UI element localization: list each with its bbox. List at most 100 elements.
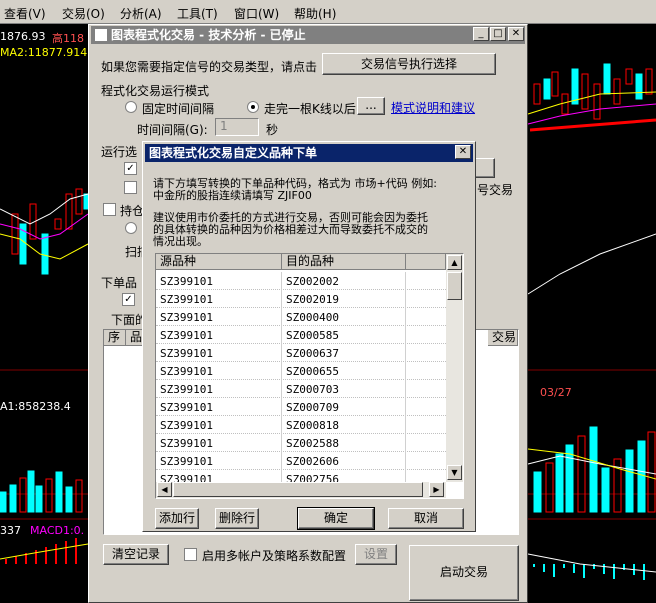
multi-account-label: 启用多帐户及策略系数配置	[202, 549, 347, 563]
column-divider	[405, 290, 406, 308]
volume-bar	[533, 471, 542, 513]
target-product-cell: SZ002606	[286, 455, 339, 468]
scroll-thumb[interactable]	[447, 272, 462, 300]
minimize-button[interactable]: _	[473, 27, 489, 41]
column-divider	[405, 326, 406, 344]
maximize-button[interactable]: □	[490, 27, 506, 41]
add-row-button[interactable]: 添加行	[155, 508, 199, 529]
menu-tools[interactable]: 工具(T)	[177, 5, 218, 22]
close-button[interactable]: ✕	[508, 27, 524, 41]
table-row[interactable]: SZ399101 SZ000637	[156, 344, 446, 362]
col-target-product[interactable]: 目的品种	[282, 254, 406, 270]
table-row[interactable]: SZ399101 SZ002019	[156, 290, 446, 308]
table-row[interactable]: SZ399101 SZ000400	[156, 308, 446, 326]
scroll-up-icon[interactable]: ▲	[447, 255, 462, 270]
hold-option-radio[interactable]	[125, 222, 137, 234]
clear-records-button[interactable]: 清空记录	[103, 544, 169, 565]
vertical-scrollbar[interactable]: ▲ ▼	[446, 254, 463, 482]
candle	[54, 218, 62, 230]
dialog-close-button[interactable]: ✕	[455, 145, 471, 159]
source-product-cell: SZ399101	[160, 365, 213, 378]
scroll-left-icon[interactable]: ◀	[157, 482, 172, 497]
table-row[interactable]: SZ399101 SZ000703	[156, 380, 446, 398]
radio-after-kline[interactable]	[247, 101, 259, 113]
target-product-cell: SZ000585	[286, 329, 339, 342]
source-product-cell: SZ399101	[160, 329, 213, 342]
menu-trade[interactable]: 交易(O)	[62, 5, 105, 22]
source-product-cell: SZ399101	[160, 275, 213, 288]
radio-fixed-interval[interactable]	[125, 101, 137, 113]
target-product-cell: SZ000637	[286, 347, 339, 360]
signal-execution-button[interactable]: 交易信号执行选择	[322, 53, 496, 75]
volume-bar	[589, 426, 598, 513]
chart-readout-ma: MA2:11877.914	[0, 46, 88, 59]
volume-bar	[577, 435, 586, 513]
menu-window[interactable]: 窗口(W)	[234, 5, 279, 22]
ok-button[interactable]: 确定	[297, 507, 375, 530]
advice-line-3: 情况出现。	[153, 235, 208, 248]
volume-bar	[555, 453, 564, 513]
column-divider	[281, 290, 282, 308]
mode-more-button[interactable]: ...	[357, 97, 385, 115]
target-product-cell: SZ000703	[286, 383, 339, 396]
menu-help[interactable]: 帮助(H)	[294, 5, 336, 22]
start-trading-button[interactable]: 启动交易	[409, 545, 519, 601]
scroll-down-icon[interactable]: ▼	[447, 465, 462, 480]
column-divider	[281, 308, 282, 326]
col-extra[interactable]	[406, 254, 446, 270]
hold-option-checkbox[interactable]	[103, 203, 116, 216]
target-product-cell: SZ000818	[286, 419, 339, 432]
target-product-cell: SZ000400	[286, 311, 339, 324]
table-row[interactable]: SZ399101 SZ002588	[156, 434, 446, 452]
source-product-cell: SZ399101	[160, 437, 213, 450]
multi-account-checkbox[interactable]	[184, 548, 197, 561]
volume-bar	[55, 471, 63, 513]
trend-line	[529, 118, 656, 132]
table-row[interactable]: SZ399101 SZ000709	[156, 398, 446, 416]
candle	[571, 68, 579, 105]
volume-bar	[27, 470, 35, 513]
col-seq[interactable]: 序	[104, 330, 126, 346]
scroll-right-icon[interactable]: ▶	[429, 482, 444, 497]
column-divider	[405, 416, 406, 434]
ma-line	[0, 193, 89, 225]
macd-line	[527, 553, 656, 573]
signal-prompt: 如果您需要指定信号的交易类型，请点击	[101, 60, 318, 74]
run-option-checkbox-2[interactable]	[124, 181, 137, 194]
column-divider	[405, 308, 406, 326]
table-row[interactable]: SZ399101 SZ002002	[156, 272, 446, 290]
signal-trade-label: 号交易	[477, 183, 514, 197]
table-row[interactable]: SZ399101 SZ000585	[156, 326, 446, 344]
col-source-product[interactable]: 源品种	[156, 254, 282, 270]
menu-view[interactable]: 查看(V)	[4, 5, 46, 22]
mode-help-link[interactable]: 模式说明和建议	[391, 99, 475, 116]
interval-input[interactable]: 1	[215, 118, 259, 136]
cancel-button[interactable]: 取消	[388, 508, 464, 529]
delete-row-button[interactable]: 删除行	[215, 508, 259, 529]
table-row[interactable]: SZ399101 SZ000818	[156, 416, 446, 434]
order-checkbox[interactable]: ✓	[122, 293, 135, 306]
radio-after-kline-label: 走完一根K线以后	[264, 102, 356, 116]
source-product-cell: SZ399101	[160, 311, 213, 324]
volume-bar	[75, 479, 83, 513]
column-divider	[281, 416, 282, 434]
target-product-cell: SZ002019	[286, 293, 339, 306]
col-trade[interactable]: 交易	[488, 330, 518, 346]
source-product-cell: SZ399101	[160, 383, 213, 396]
table-row[interactable]: SZ399101 SZ002606	[156, 452, 446, 470]
candle	[603, 63, 611, 95]
candle	[645, 68, 653, 95]
candle	[593, 83, 601, 120]
mode-group-label: 程式化交易运行模式	[101, 84, 210, 98]
instruction-line-2: 中金所的股指连续请填写 ZJIF00	[153, 189, 312, 202]
volume-bar	[637, 440, 646, 513]
product-mapping-table[interactable]: 源品种 目的品种 SZ399101 SZ002002 SZ399101 SZ00201…	[155, 253, 464, 499]
table-row[interactable]: SZ399101 SZ000655	[156, 362, 446, 380]
menu-analysis[interactable]: 分析(A)	[120, 5, 162, 22]
settings-button[interactable]: 设置	[355, 544, 397, 565]
column-divider	[281, 452, 282, 470]
h-scroll-thumb[interactable]	[173, 482, 423, 497]
run-option-checkbox-1[interactable]: ✓	[124, 162, 137, 175]
target-product-cell: SZ002588	[286, 437, 339, 450]
horizontal-scrollbar[interactable]: ◀ ▶	[156, 482, 446, 498]
